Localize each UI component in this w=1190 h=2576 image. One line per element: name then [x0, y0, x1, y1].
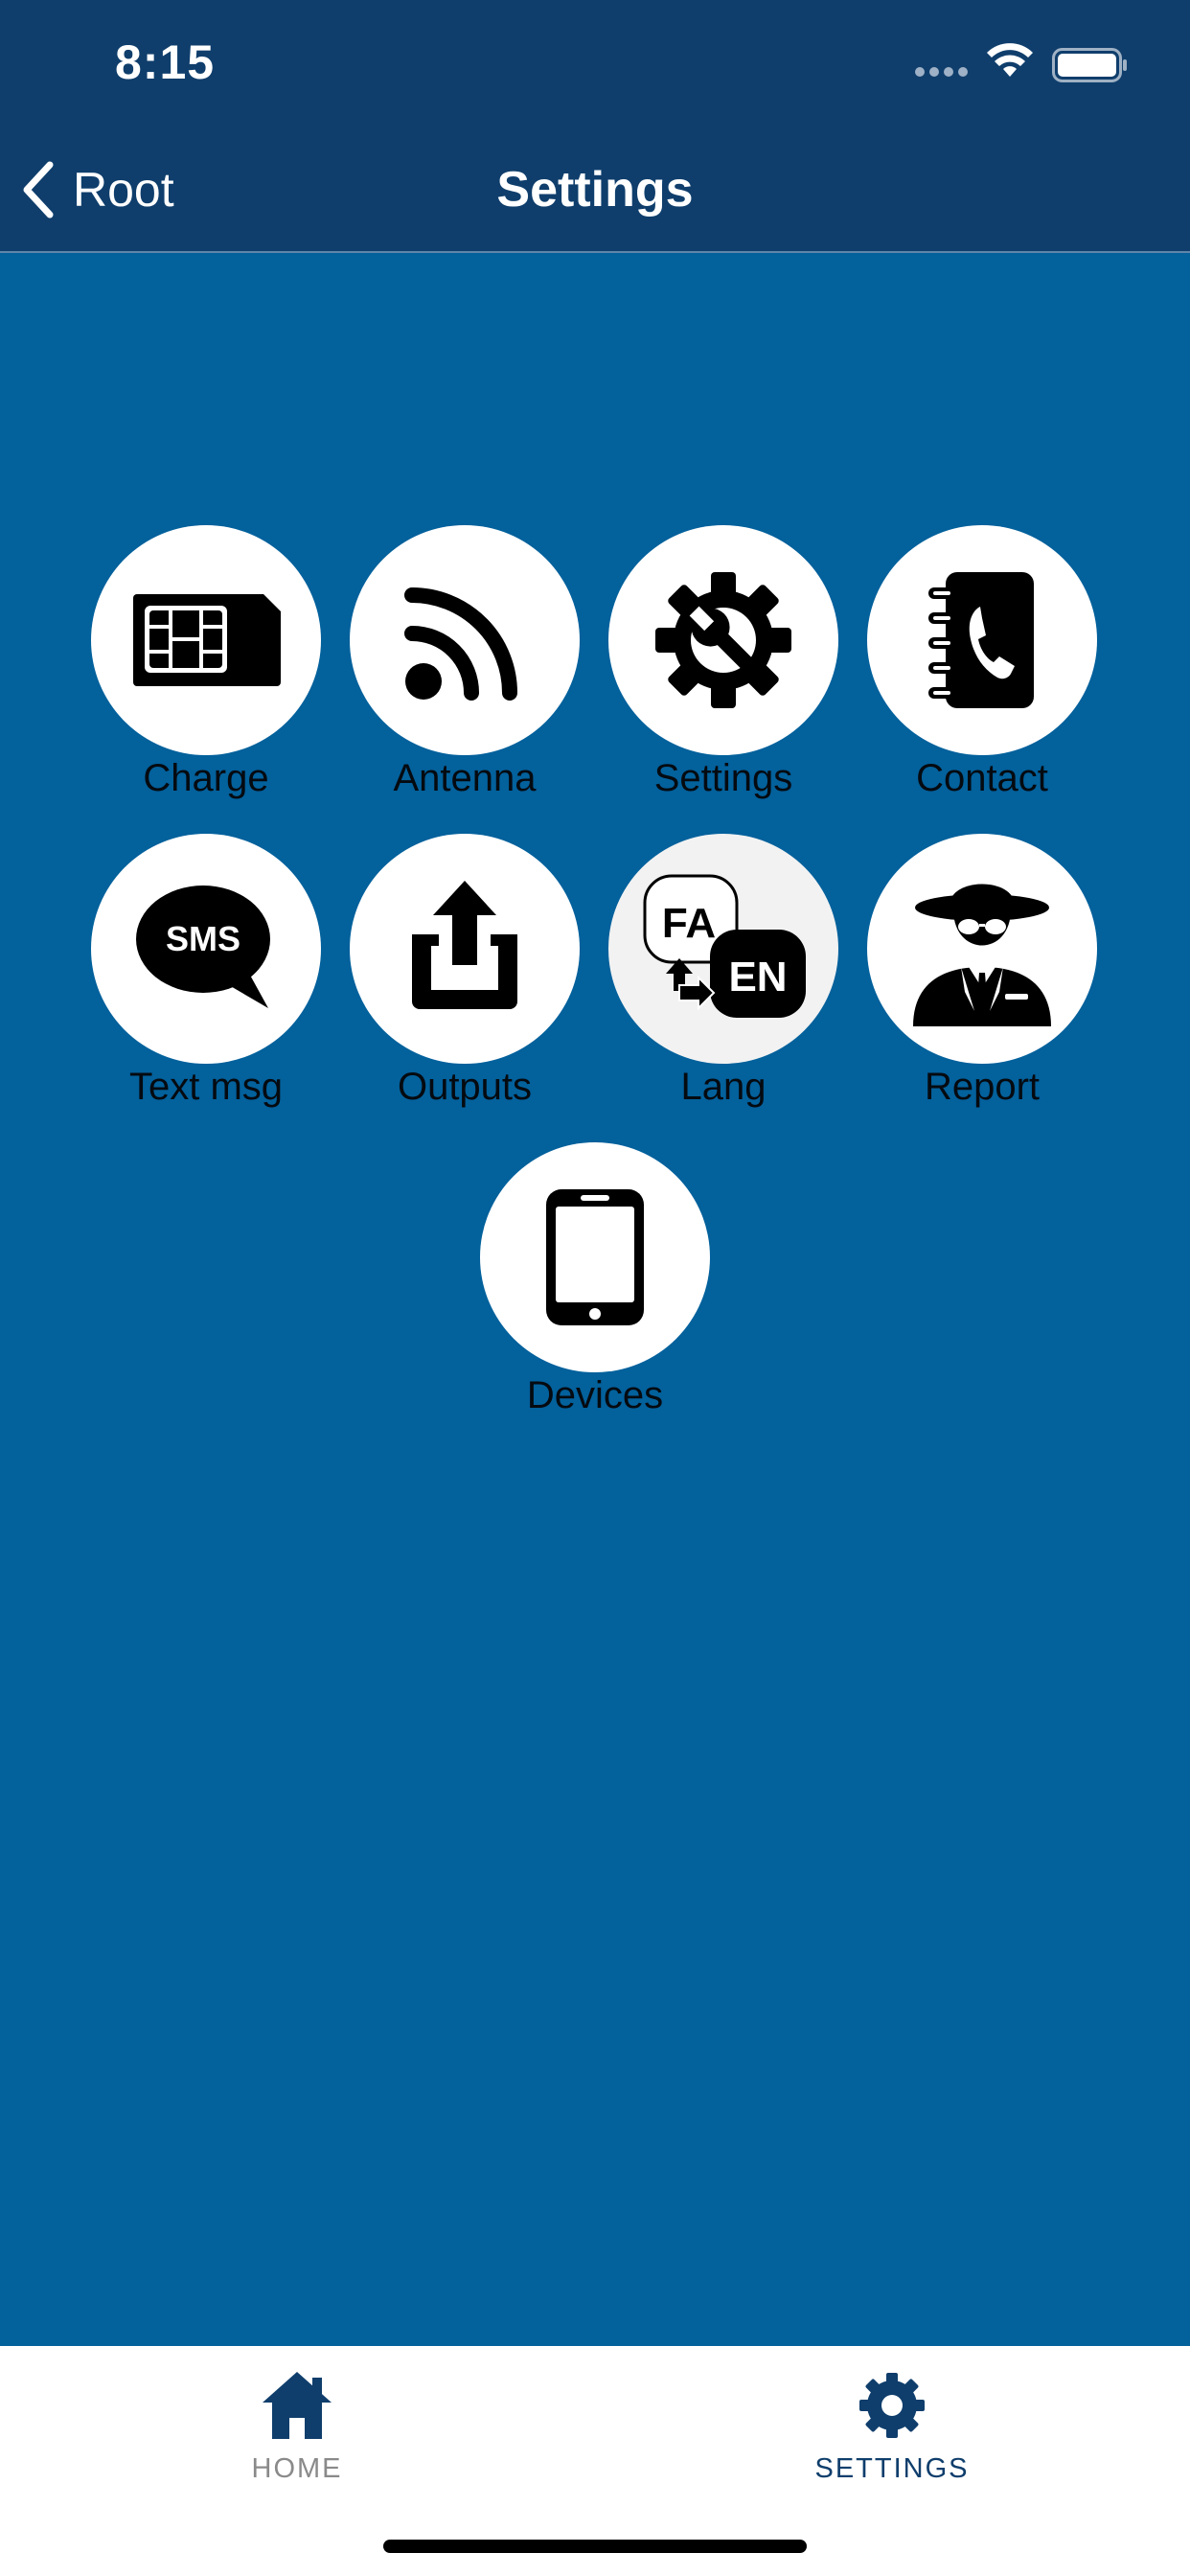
charge-tile[interactable]: Charge [77, 525, 335, 813]
antenna-icon-circle [350, 525, 580, 755]
outputs-tile[interactable]: Outputs [335, 834, 594, 1121]
settings-icon-circle [608, 525, 838, 755]
gear-icon [859, 2373, 925, 2438]
sim-card-icon [133, 594, 281, 686]
lang-tile[interactable]: FA EN Lang [594, 834, 853, 1121]
settings-tile[interactable]: Settings [594, 525, 853, 813]
tab-home[interactable]: HOME [153, 2346, 441, 2499]
cellular-signal-icon [915, 67, 968, 77]
devices-icon-circle [480, 1142, 710, 1372]
report-icon-circle [867, 834, 1097, 1064]
text-msg-icon-circle: SMS [91, 834, 321, 1064]
report-tile[interactable]: Report [853, 834, 1111, 1121]
en-text: EN [728, 954, 787, 1000]
sms-text: SMS [166, 919, 240, 958]
export-icon [412, 881, 517, 1009]
antenna-tile[interactable]: Antenna [335, 525, 594, 813]
sms-bubble-icon: SMS [136, 886, 270, 1008]
devices-label: Devices [526, 1374, 664, 1416]
tab-home-label: HOME [251, 2453, 343, 2484]
outputs-label: Outputs [397, 1066, 533, 1108]
home-indicator[interactable] [383, 2540, 807, 2553]
tab-settings-label: SETTINGS [814, 2453, 970, 2484]
devices-tile[interactable]: Devices [466, 1142, 724, 1430]
settings-label: Settings [653, 757, 793, 799]
contact-label: Contact [916, 757, 1048, 799]
language-switch-icon: FA EN [643, 874, 806, 1018]
wifi-icon [987, 43, 1033, 77]
agent-icon [913, 884, 1051, 1026]
contact-book-icon [928, 572, 1034, 708]
outputs-icon-circle [350, 834, 580, 1064]
contact-icon-circle [867, 525, 1097, 755]
page-title: Settings [496, 162, 694, 218]
report-label: Report [924, 1066, 1041, 1108]
text-msg-tile[interactable]: SMS Text msg [77, 834, 335, 1121]
phone-device-icon [546, 1189, 644, 1325]
antenna-label: Antenna [393, 757, 537, 799]
charge-label: Charge [143, 757, 269, 799]
status-time: 8:15 [115, 35, 216, 89]
gear-wrench-icon [655, 572, 791, 708]
charge-icon-circle [91, 525, 321, 755]
navigation-header: 8:15 Root Settings [0, 0, 1190, 253]
tab-settings[interactable]: SETTINGS [748, 2346, 1036, 2499]
antenna-signal-icon [404, 587, 517, 701]
text-msg-label: Text msg [128, 1066, 284, 1108]
battery-icon [1052, 48, 1127, 82]
lang-icon-circle: FA EN [608, 834, 838, 1064]
house-icon [263, 2372, 332, 2439]
fa-text: FA [662, 900, 716, 947]
contact-tile[interactable]: Contact [853, 525, 1111, 813]
lang-label: Lang [680, 1066, 767, 1108]
